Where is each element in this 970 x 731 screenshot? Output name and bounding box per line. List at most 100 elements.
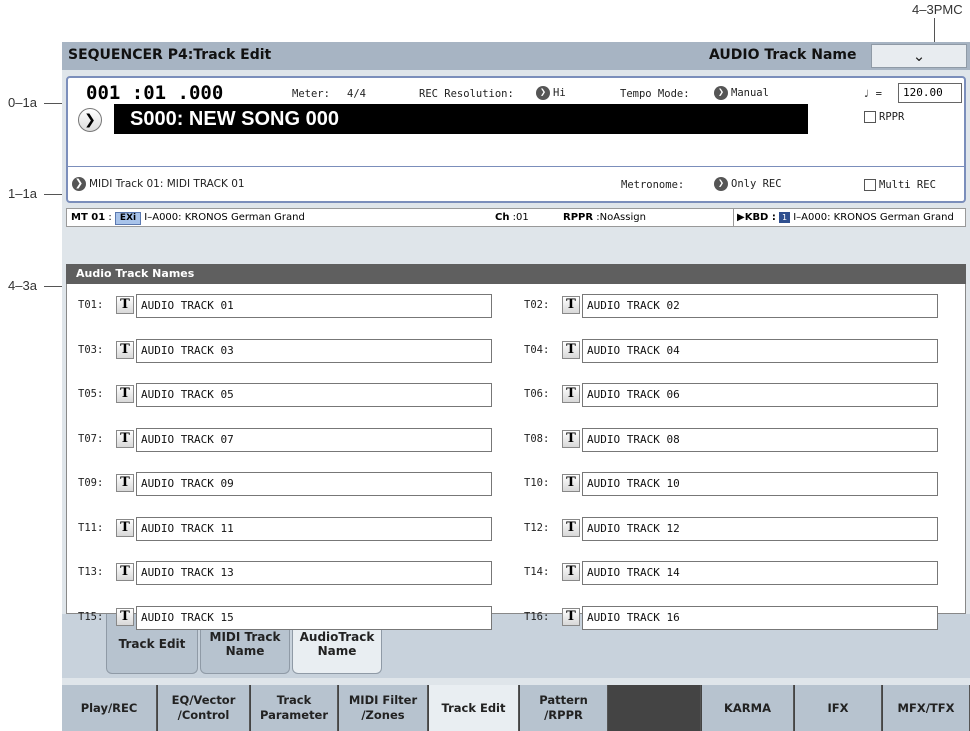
text-edit-button[interactable]: T [116,518,134,537]
status-mt: MT 01 : EXi I–A000: KRONOS German Grand [71,212,305,225]
track-label: T06: [524,388,550,400]
song-select-button[interactable]: ❯ [78,108,102,132]
track-name-row: T03: T AUDIO TRACK 03 [78,338,498,363]
track-name-field[interactable]: AUDIO TRACK 08 [582,427,938,452]
annotation-4-3a: 4–3a [8,278,37,293]
track-name-field[interactable]: AUDIO TRACK 02 [582,294,938,318]
metronome-label: Metronome: [621,179,685,191]
text-edit-button[interactable]: T [562,607,580,626]
track-name-field[interactable]: AUDIO TRACK 05 [136,383,492,407]
bank-badge: EXi [114,212,142,225]
tab-ifx[interactable]: IFX [795,685,882,731]
track-name-row: T06: T AUDIO TRACK 06 [524,383,944,407]
metronome-select[interactable]: ❯ Only REC [714,177,782,191]
track-name-row: T11: T AUDIO TRACK 11 [78,516,498,541]
track-name-field[interactable]: AUDIO TRACK 07 [136,427,492,452]
text-edit-button[interactable]: T [116,385,134,403]
text-edit-button[interactable]: T [562,385,580,403]
text-edit-button[interactable]: T [562,340,580,359]
arrow-right-icon: ❯ [714,177,728,191]
divider [68,166,964,167]
track-label: T04: [524,343,550,356]
track-label: T07: [78,432,104,445]
info-panel: 001 :01 .000 Meter: 4/4 REC Resolution: … [66,76,966,203]
text-edit-button[interactable]: T [562,429,580,448]
text-edit-button[interactable]: T [116,340,134,359]
tempo-mode-select[interactable]: ❯ Manual [714,86,769,100]
track-label: T10: [524,477,550,489]
track-name-row: T08: T AUDIO TRACK 08 [524,427,944,452]
text-edit-button[interactable]: T [116,429,134,448]
track-label: T16: [524,610,550,623]
track-label: T13: [78,566,104,578]
text-edit-button[interactable]: T [562,474,580,492]
track-name-field[interactable]: AUDIO TRACK 10 [582,472,938,496]
text-edit-button[interactable]: T [562,518,580,537]
text-edit-button[interactable]: T [116,563,134,581]
track-label: T03: [78,343,104,356]
multi-rec-checkbox[interactable]: Multi REC [864,179,936,191]
tab-blank [609,685,701,731]
text-edit-button[interactable]: T [562,563,580,581]
track-name-field[interactable]: AUDIO TRACK 11 [136,516,492,541]
track-name-row: T05: T AUDIO TRACK 05 [78,383,498,407]
track-label: T09: [78,477,104,489]
track-name-row: T02: T AUDIO TRACK 02 [524,294,944,318]
track-name-field[interactable]: AUDIO TRACK 12 [582,516,938,541]
location-display[interactable]: 001 :01 .000 [86,82,223,104]
screen: SEQUENCER P4:Track Edit AUDIO Track Name… [62,42,970,731]
tab-eq-vector-control[interactable]: EQ/Vector /Control [158,685,250,731]
track-label: T01: [78,299,104,311]
tempo-field[interactable]: 120.00 [898,83,962,103]
tab-pattern-rppr[interactable]: Pattern /RPPR [520,685,608,731]
section-header: Audio Track Names [66,264,966,284]
checkbox-icon [864,111,876,123]
text-edit-button[interactable]: T [562,296,580,314]
text-edit-button[interactable]: T [116,607,134,626]
track-name-row: T07: T AUDIO TRACK 07 [78,427,498,452]
track-label: T15: [78,610,104,623]
track-name-field[interactable]: AUDIO TRACK 13 [136,561,492,585]
track-name-row: T14: T AUDIO TRACK 14 [524,561,944,585]
tab-midi-filter-zones[interactable]: MIDI Filter /Zones [339,685,428,731]
song-name[interactable]: S000: NEW SONG 000 [114,104,808,134]
track-name-field[interactable]: AUDIO TRACK 15 [136,605,492,630]
page-title: SEQUENCER P4:Track Edit [68,47,272,63]
rec-resolution-select[interactable]: ❯ Hi [536,86,566,100]
tempo-symbol: ♩ = [863,88,882,100]
status-rppr: RPPR :NoAssign [563,212,646,223]
chevron-down-icon: ⌄ [912,47,926,65]
track-name-row: T09: T AUDIO TRACK 09 [78,472,498,496]
text-edit-button[interactable]: T [116,296,134,314]
arrow-right-icon: ❯ [536,86,550,100]
track-name-field[interactable]: AUDIO TRACK 01 [136,294,492,318]
track-name-field[interactable]: AUDIO TRACK 14 [582,561,938,585]
tab-track-parameter[interactable]: Track Parameter [251,685,338,731]
tab-track-edit[interactable]: Track Edit [429,685,519,731]
tab-play-rec[interactable]: Play/REC [62,685,157,731]
track-name-row: T15: T AUDIO TRACK 15 [78,605,498,630]
track-name-row: T13: T AUDIO TRACK 13 [78,561,498,585]
meter-label: Meter: [292,88,330,100]
meter-value[interactable]: 4/4 [347,88,366,100]
rppr-checkbox[interactable]: RPPR [864,111,904,123]
track-name-row: T16: T AUDIO TRACK 16 [524,605,944,630]
track-label: T14: [524,566,550,578]
midi-track-select[interactable]: ❯ MIDI Track 01: MIDI TRACK 01 [72,177,245,191]
track-name-field[interactable]: AUDIO TRACK 03 [136,338,492,363]
track-name-field[interactable]: AUDIO TRACK 16 [582,605,938,630]
tab-mfx-tfx[interactable]: MFX/TFX [883,685,970,731]
tab-karma[interactable]: KARMA [702,685,794,731]
track-label: T12: [524,521,550,534]
checkbox-icon [864,179,876,191]
text-edit-button[interactable]: T [116,474,134,492]
track-name-field[interactable]: AUDIO TRACK 09 [136,472,492,496]
track-label: T05: [78,388,104,400]
track-name-field[interactable]: AUDIO TRACK 04 [582,338,938,363]
page-menu-button[interactable]: ⌄ [871,44,967,68]
kbd-badge: 1 [779,212,791,223]
track-name-field[interactable]: AUDIO TRACK 06 [582,383,938,407]
status-channel: Ch :01 [495,212,529,223]
status-kbd: ▶KBD : 1 I–A000: KRONOS German Grand [733,209,954,226]
main-tab-bar: Play/REC EQ/Vector /Control Track Parame… [62,685,970,731]
